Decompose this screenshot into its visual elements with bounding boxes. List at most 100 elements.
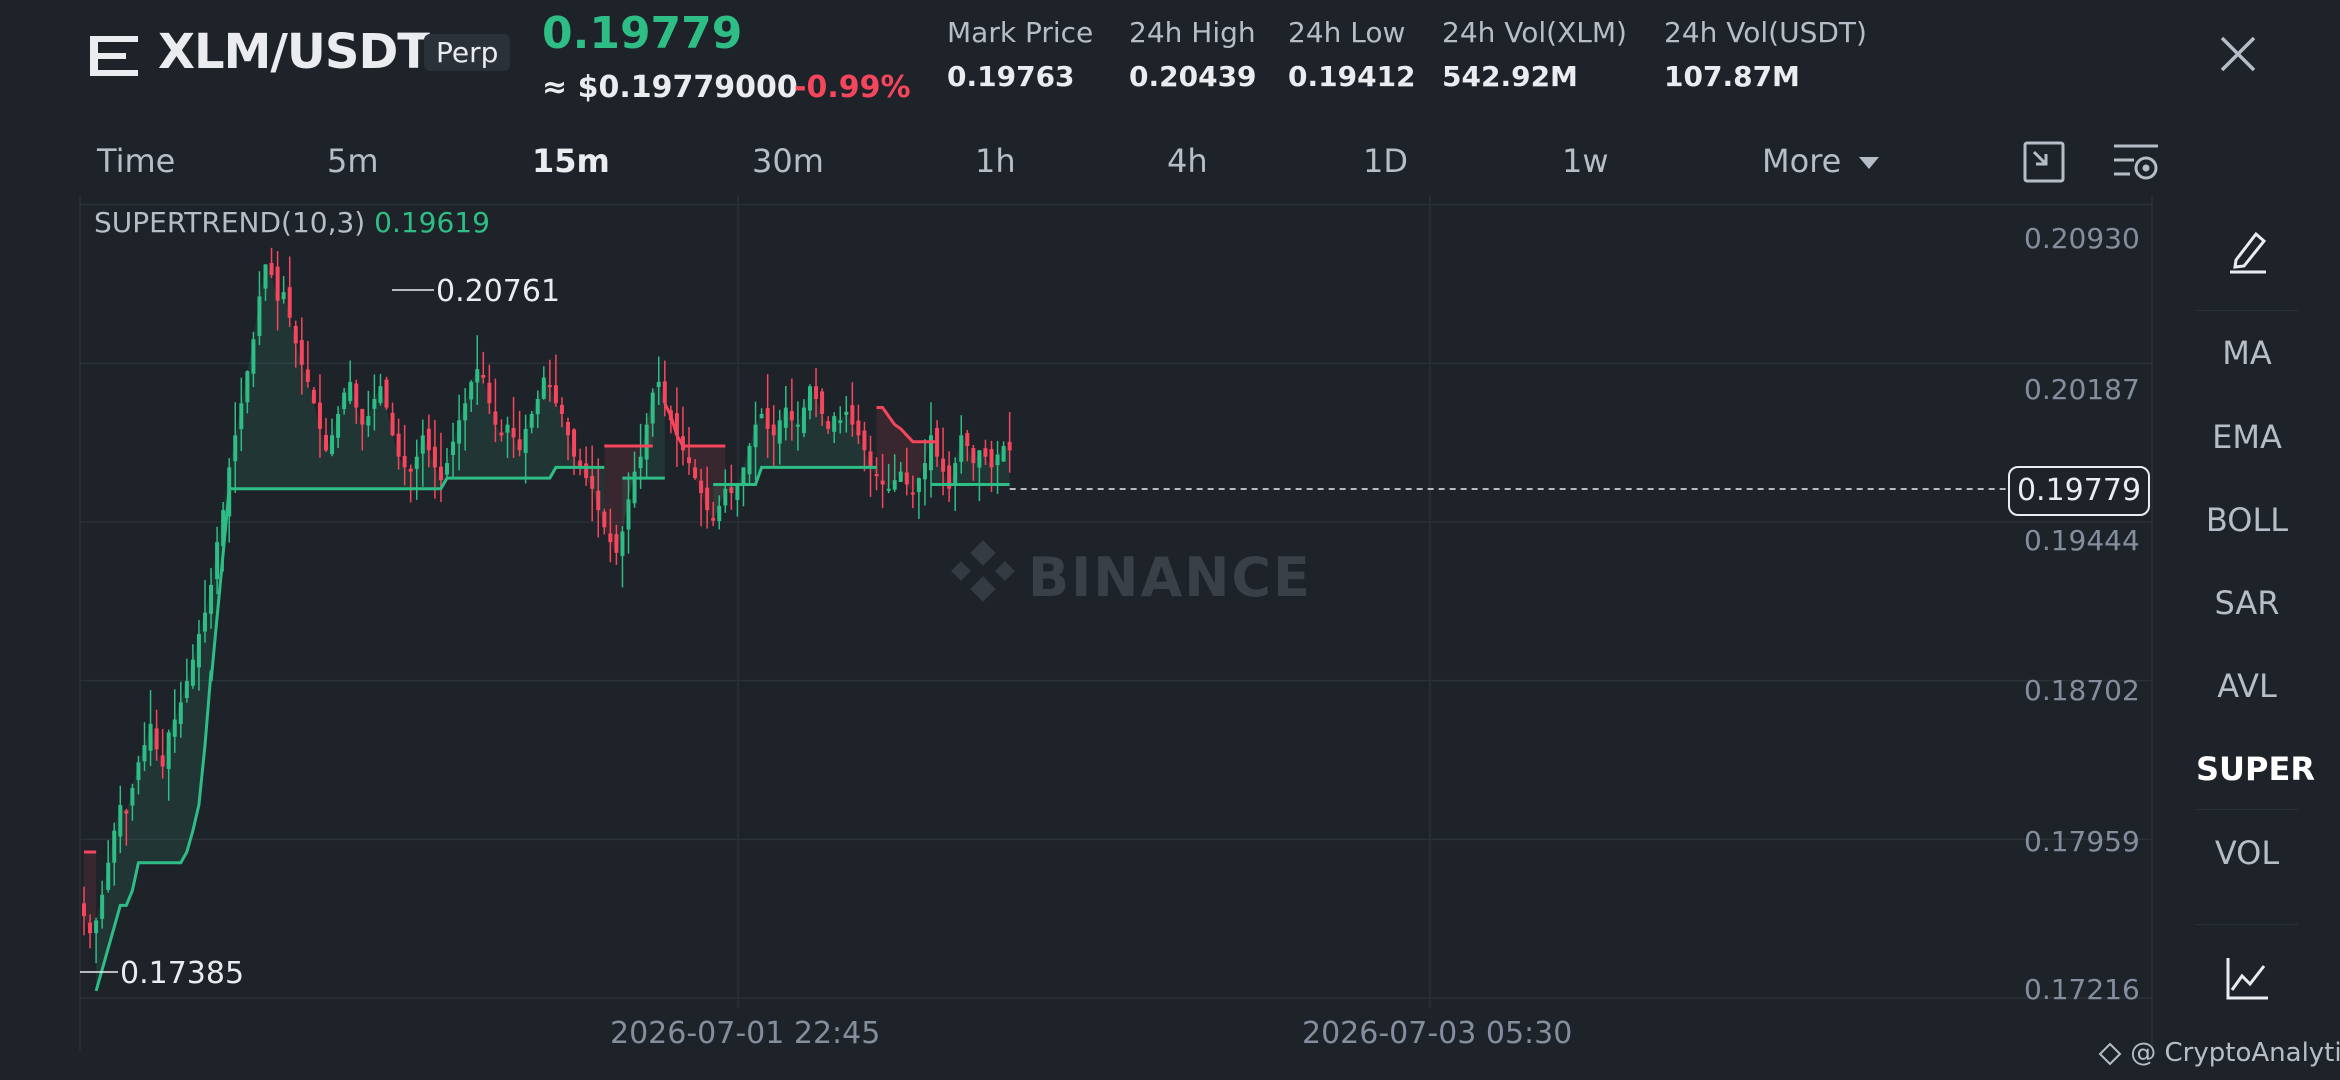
candle-body [765, 408, 770, 429]
indicator-ema[interactable]: EMA [2196, 418, 2298, 456]
candle-body [136, 762, 141, 781]
binance-small-icon [2098, 1042, 2122, 1065]
watermark: BINANCE [1028, 546, 1312, 609]
candle-body [324, 434, 328, 451]
candle-body [269, 262, 274, 276]
indicator-super[interactable]: SUPER [2196, 750, 2315, 788]
candle-body [916, 478, 921, 493]
panel-divider [2196, 310, 2298, 311]
indicator-avl[interactable]: AVL [2196, 667, 2298, 705]
candle-body [82, 903, 86, 917]
candle-body [572, 429, 577, 457]
candle-body [360, 409, 365, 425]
candle-body [396, 433, 401, 457]
candle-body [1001, 446, 1006, 462]
candle-body [711, 517, 716, 521]
credit-label: @ CryptoAnalytica [2098, 1038, 2340, 1068]
candle-body [971, 448, 976, 464]
candle-body [523, 428, 528, 453]
candle-body [203, 612, 207, 632]
candle-body [814, 386, 819, 399]
candle-body [281, 292, 286, 300]
indicator-value: 0.19619 [374, 206, 490, 239]
candle-body [487, 382, 492, 404]
candle-body [826, 421, 831, 429]
candle-body [995, 454, 1000, 466]
candle-body [299, 340, 304, 365]
candle-body [662, 381, 667, 404]
candle-body [856, 420, 861, 436]
candle-body [747, 446, 752, 475]
price-chart[interactable] [0, 0, 2340, 1080]
candles [82, 247, 1012, 964]
candle-body [808, 386, 812, 411]
low-price-label: 0.17385 [120, 956, 245, 991]
candle-body [705, 487, 710, 511]
candle-body [850, 405, 855, 425]
candle-body [596, 490, 601, 511]
candle-body [517, 439, 522, 451]
candle-body [184, 681, 189, 699]
candle-body [735, 484, 740, 500]
candle-body [535, 399, 540, 415]
candle-body [922, 463, 927, 480]
candle-body [287, 287, 292, 318]
candle-body [590, 475, 595, 489]
candle-body [438, 466, 443, 481]
indicator-boll[interactable]: BOLL [2196, 501, 2298, 539]
indicator-name: SUPERTREND(10,3) [94, 206, 366, 239]
candle-body [838, 420, 843, 423]
indicator-ma[interactable]: MA [2196, 334, 2298, 372]
supertrend-segment [209, 465, 605, 682]
candle-body [844, 411, 849, 415]
candle-body [638, 456, 643, 469]
candle-body [215, 542, 220, 580]
candle-body [239, 403, 244, 430]
candle-body [354, 383, 359, 408]
panel-divider [2196, 924, 2298, 925]
candle-body [196, 634, 201, 668]
candle-body [693, 467, 698, 479]
candle-body [977, 450, 982, 468]
candle-body [160, 755, 165, 767]
candle-body [366, 416, 371, 426]
candle-body [342, 392, 347, 409]
candle-body [408, 468, 413, 472]
candle-body [493, 411, 498, 425]
candle-body [414, 456, 419, 469]
candle-body [378, 386, 383, 403]
candle-body [777, 420, 782, 444]
x-tick: 2026-07-01 22:45 [610, 1016, 881, 1051]
candle-body [898, 471, 903, 482]
chart-grid [79, 196, 2153, 1050]
y-tick: 0.17216 [2024, 973, 2140, 1006]
candle-body [154, 728, 159, 750]
candle-body [644, 424, 649, 460]
candle-body [432, 446, 437, 468]
candle-body [130, 787, 135, 806]
chart-type-icon[interactable] [2224, 956, 2270, 1002]
candle-body [190, 659, 195, 686]
candle-body [801, 407, 806, 433]
draw-pencil-icon[interactable] [2226, 228, 2270, 274]
candle-body [717, 505, 722, 522]
supertrend-fill [84, 264, 1010, 991]
high-price-label: 0.20761 [436, 274, 561, 309]
candle-body [257, 296, 262, 336]
candle-body [795, 424, 800, 427]
candle-body [457, 420, 462, 444]
indicator-sar[interactable]: SAR [2196, 584, 2298, 622]
candle-body [832, 416, 837, 432]
indicator-vol[interactable]: VOL [2196, 834, 2298, 872]
y-tick: 0.19444 [2024, 524, 2140, 557]
candle-body [511, 427, 516, 438]
supertrend-band [211, 264, 605, 682]
candle-body [910, 492, 915, 495]
candle-body [112, 830, 117, 863]
candle-body [1007, 441, 1012, 451]
y-tick: 0.18702 [2024, 674, 2140, 707]
candle-body [559, 404, 564, 414]
candle-body [475, 369, 480, 383]
candle-body [311, 389, 316, 404]
current-price-tag: 0.19779 [2008, 466, 2150, 516]
